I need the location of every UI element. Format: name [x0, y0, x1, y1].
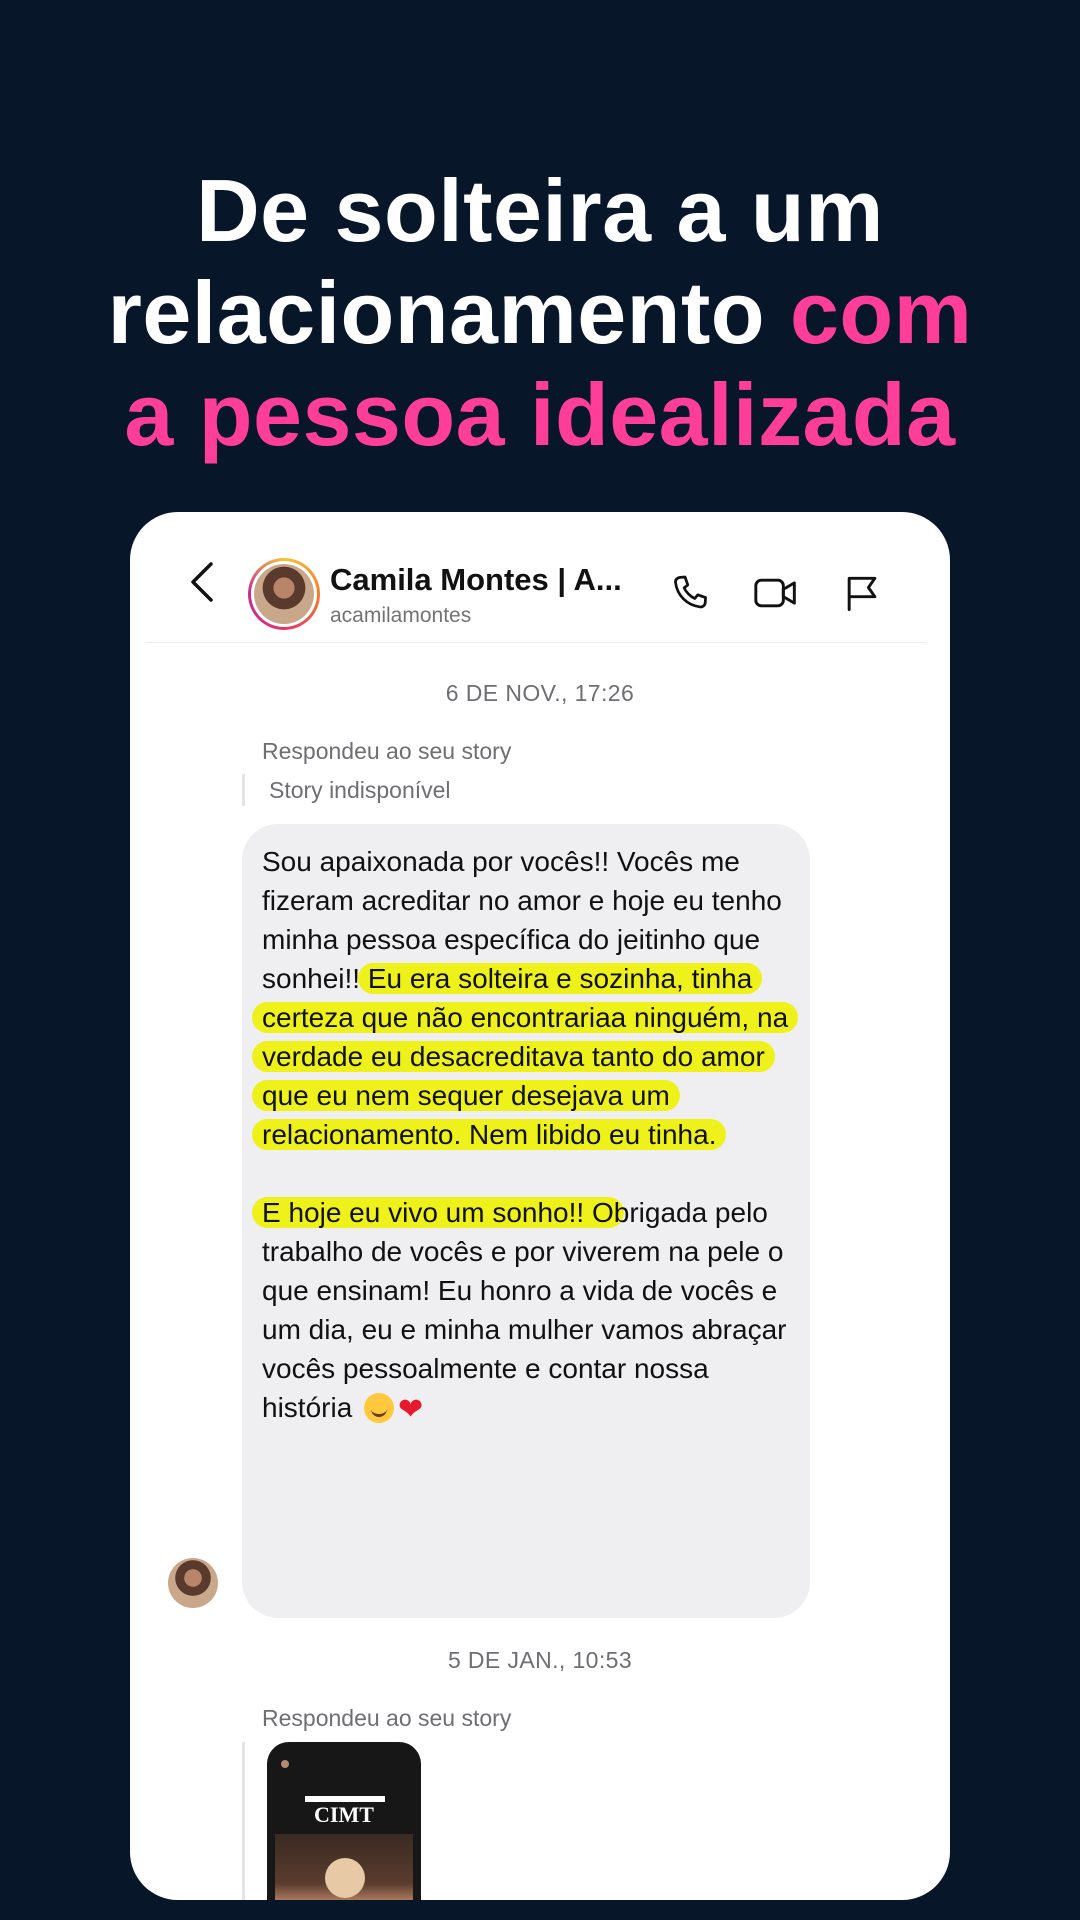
- timestamp: 6 DE NOV., 17:26: [445, 680, 635, 706]
- story-thumbnail-brand: CIMT: [314, 1802, 374, 1827]
- reply-label: Respondeu ao seu story: [262, 1705, 512, 1731]
- headline-line-1: De solteira a um: [196, 161, 884, 260]
- header-divider: [146, 642, 926, 643]
- contact-handle: acamilamontes: [330, 604, 472, 627]
- avatar-photo: [254, 564, 314, 624]
- timestamp: 5 DE JAN., 10:53: [447, 1647, 633, 1673]
- sender-avatar: [168, 1558, 218, 1608]
- story-reply: CIMT: [242, 1742, 421, 1900]
- phone-icon[interactable]: [664, 567, 716, 619]
- story-thumbnail[interactable]: CIMT: [267, 1742, 421, 1900]
- message-text: brigada pelo trabalho de vocês e por viv…: [262, 1197, 787, 1423]
- headline-line-3: a pessoa idealizada: [124, 365, 956, 464]
- highlighted-text: E hoje eu vivo um sonho!! O: [252, 1197, 624, 1228]
- red-heart-icon: ❤: [398, 1393, 424, 1426]
- story-thumbnail-handle: [281, 1760, 293, 1770]
- message-paragraph-2: E hoje eu vivo um sonho!! Obrigada pelo …: [252, 1193, 790, 1429]
- message-bubble[interactable]: Sou apaixonada por vocês!! Vocês me fize…: [242, 824, 810, 1618]
- contact-name[interactable]: Camila Montes | A...: [330, 562, 660, 598]
- headline-line-2-pink: com: [789, 263, 973, 362]
- message-paragraph-1: Sou apaixonada por vocês!! Vocês me fize…: [252, 842, 799, 1154]
- smiling-face-with-hearts-icon: [364, 1393, 395, 1423]
- flag-icon[interactable]: [836, 567, 888, 619]
- story-thumbnail-image: [275, 1834, 413, 1900]
- reply-label: Respondeu ao seu story: [262, 738, 512, 764]
- chat-header: Camila Montes | A... acamilamontes: [130, 512, 950, 642]
- avatar[interactable]: [248, 558, 320, 630]
- headline: De solteira a um relacionamento com a pe…: [0, 160, 1080, 466]
- chevron-left-icon[interactable]: [182, 557, 222, 607]
- story-unavailable: Story indisponível: [242, 774, 451, 806]
- headline-line-2-white: relacionamento: [107, 263, 765, 362]
- video-icon[interactable]: [750, 567, 802, 619]
- chat-card: Camila Montes | A... acamilamontes 6 DE …: [130, 512, 950, 1900]
- headline-line-2: relacionamento com: [0, 262, 1080, 364]
